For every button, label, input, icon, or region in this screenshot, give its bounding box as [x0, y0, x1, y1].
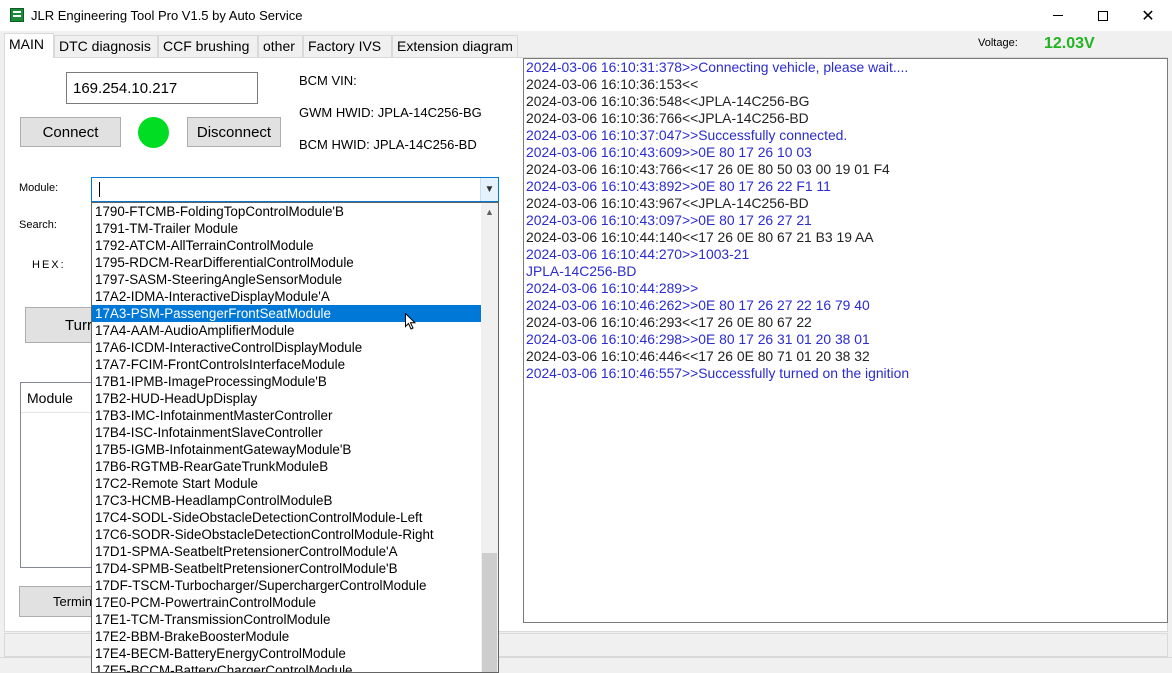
dropdown-option[interactable]: 17DF-TSCM-Turbocharger/SuperchargerContr…	[92, 577, 483, 594]
bcm-hwid-label: BCM HWID: JPLA-14C256-BD	[299, 137, 477, 152]
log-line: JPLA-14C256-BD	[526, 263, 637, 279]
gwm-hwid-label: GWM HWID: JPLA-14C256-BG	[299, 105, 482, 120]
dropdown-option[interactable]: 17B2-HUD-HeadUpDisplay	[92, 390, 483, 407]
title-bar: JLR Engineering Tool Pro V1.5 by Auto Se…	[0, 0, 1172, 31]
log-line: 2024-03-06 16:10:46:557>>Successfully tu…	[526, 365, 910, 381]
dropdown-option[interactable]: 17B1-IPMB-ImageProcessingModule'B	[92, 373, 483, 390]
tab-dtc-diagnosis[interactable]: DTC diagnosis	[54, 35, 158, 57]
tab-main[interactable]: MAIN	[4, 33, 54, 58]
tab-extension-diagram[interactable]: Extension diagram	[392, 35, 518, 57]
chevron-up-icon[interactable]: ▲	[481, 203, 498, 220]
maximize-button[interactable]	[1080, 0, 1126, 31]
dropdown-option[interactable]: 17C6-SODR-SideObstacleDetectionControlMo…	[92, 526, 483, 543]
dropdown-option[interactable]: 17D1-SPMA-SeatbeltPretensionerControlMod…	[92, 543, 483, 560]
dropdown-option[interactable]: 17E1-TCM-TransmissionControlModule	[92, 611, 483, 628]
connect-button[interactable]: Connect	[20, 117, 121, 147]
dropdown-option[interactable]: 1795-RDCM-RearDifferentialControlModule	[92, 254, 483, 271]
dropdown-option[interactable]: 17B6-RGTMB-RearGateTrunkModuleB	[92, 458, 483, 475]
log-line: 2024-03-06 16:10:43:967<<JPLA-14C256-BD	[526, 195, 809, 211]
dropdown-scrollbar-thumb[interactable]	[482, 553, 497, 672]
maximize-icon	[1098, 10, 1108, 21]
module-options: 1790-FTCMB-FoldingTopControlModule'B 1791…	[92, 203, 483, 672]
minimize-icon	[1053, 15, 1063, 16]
dropdown-option[interactable]: 17B5-IGMB-InfotainmentGatewayModule'B	[92, 441, 483, 458]
voltage-value: 12.03V	[1044, 35, 1095, 52]
module-column-header[interactable]: Module	[21, 383, 96, 413]
ip-address-input[interactable]: 169.254.10.217	[66, 72, 258, 104]
dropdown-option[interactable]: 1792-ATCM-AllTerrainControlModule	[92, 237, 483, 254]
close-icon: ✕	[1141, 7, 1155, 25]
tab-ccf-brushing[interactable]: CCF brushing	[158, 35, 258, 57]
log-line: 2024-03-06 16:10:44:140<<17 26 0E 80 67 …	[526, 229, 874, 245]
dropdown-option[interactable]: 17B4-ISC-InfotainmentSlaveController	[92, 424, 483, 441]
bcm-vin-label: BCM VIN:	[299, 73, 357, 88]
dropdown-option[interactable]: 17E0-PCM-PowertrainControlModule	[92, 594, 483, 611]
hex-label: HEX:	[32, 259, 66, 271]
minimize-button[interactable]	[1035, 0, 1081, 31]
dropdown-option[interactable]: 17C4-SODL-SideObstacleDetectionControlMo…	[92, 509, 483, 526]
text-caret	[99, 182, 100, 197]
log-line: 2024-03-06 16:10:44:289>>	[526, 280, 699, 296]
dropdown-option[interactable]: 1790-FTCMB-FoldingTopControlModule'B	[92, 203, 483, 220]
dropdown-option[interactable]: 17A2-IDMA-InteractiveDisplayModule'A	[92, 288, 483, 305]
dropdown-option[interactable]: 17A4-AAM-AudioAmplifierModule	[92, 322, 483, 339]
search-label: Search:	[19, 219, 57, 231]
close-button[interactable]: ✕	[1125, 0, 1171, 31]
dropdown-option-selected[interactable]: 17A3-PSM-PassengerFrontSeatModule	[92, 305, 483, 322]
log-line: 2024-03-06 16:10:46:446<<17 26 0E 80 71 …	[526, 348, 870, 364]
dropdown-option[interactable]: 1797-SASM-SteeringAngleSensorModule	[92, 271, 483, 288]
log-output[interactable]: 2024-03-06 16:10:31:378>>Connecting vehi…	[523, 58, 1168, 623]
log-lines: 2024-03-06 16:10:31:378>>Connecting vehi…	[524, 59, 909, 382]
log-line: 2024-03-06 16:10:36:548<<JPLA-14C256-BG	[526, 93, 810, 109]
log-line: 2024-03-06 16:10:46:293<<17 26 0E 80 67 …	[526, 314, 812, 330]
log-line: 2024-03-06 16:10:43:609>>0E 80 17 26 10 …	[526, 144, 812, 160]
dropdown-option[interactable]: 17A6-ICDM-InteractiveControlDisplayModul…	[92, 339, 483, 356]
dropdown-option[interactable]: 17A7-FCIM-FrontControlsInterfaceModule	[92, 356, 483, 373]
module-dropdown-list[interactable]: 1790-FTCMB-FoldingTopControlModule'B 1791…	[91, 202, 499, 673]
dropdown-option[interactable]: 1791-TM-Trailer Module	[92, 220, 483, 237]
log-line: 2024-03-06 16:10:43:892>>0E 80 17 26 22 …	[526, 178, 831, 194]
turn-on-ignition-button[interactable]: Turr	[25, 307, 95, 343]
dropdown-option[interactable]: 17E4-BECM-BatteryEnergyControlModule	[92, 645, 483, 662]
dropdown-option[interactable]: 17C3-HCMB-HeadlampControlModuleB	[92, 492, 483, 509]
module-combobox[interactable]: ▼	[91, 177, 499, 202]
tab-factory-ivs[interactable]: Factory IVS	[303, 35, 392, 57]
module-label: Module:	[19, 182, 59, 194]
chevron-down-icon[interactable]: ▼	[480, 178, 498, 201]
dropdown-scrollbar[interactable]: ▲	[481, 203, 498, 672]
log-line: 2024-03-06 16:10:36:766<<JPLA-14C256-BD	[526, 110, 809, 126]
module-table[interactable]: Module	[20, 382, 96, 568]
log-line: 2024-03-06 16:10:43:766<<17 26 0E 80 50 …	[526, 161, 890, 177]
tab-other[interactable]: other	[258, 35, 303, 57]
dropdown-option[interactable]: 17E5-BCCM-BatteryChargerControlModule	[92, 662, 483, 672]
voltage-label: Voltage:	[978, 37, 1018, 49]
log-line: 2024-03-06 16:10:44:270>>1003-21	[526, 246, 750, 262]
log-line: 2024-03-06 16:10:46:298>>0E 80 17 26 31 …	[526, 331, 870, 347]
log-line: 2024-03-06 16:10:46:262>>0E 80 17 26 27 …	[526, 297, 870, 313]
log-line: 2024-03-06 16:10:31:378>>Connecting vehi…	[526, 59, 909, 75]
log-line: 2024-03-06 16:10:37:047>>Successfully co…	[526, 127, 848, 143]
window-title: JLR Engineering Tool Pro V1.5 by Auto Se…	[31, 8, 303, 23]
dropdown-option[interactable]: 17B3-IMC-InfotainmentMasterController	[92, 407, 483, 424]
app-icon	[10, 8, 24, 22]
dropdown-option[interactable]: 17E2-BBM-BrakeBoosterModule	[92, 628, 483, 645]
disconnect-button[interactable]: Disconnect	[187, 117, 281, 147]
dropdown-option[interactable]: 17C2-Remote Start Module	[92, 475, 483, 492]
dropdown-option[interactable]: 17D4-SPMB-SeatbeltPretensionerControlMod…	[92, 560, 483, 577]
log-line: 2024-03-06 16:10:43:097>>0E 80 17 26 27 …	[526, 212, 812, 228]
log-line: 2024-03-06 16:10:36:153<<	[526, 76, 699, 92]
connection-status-indicator	[138, 117, 169, 148]
terminal-button[interactable]: Termin	[19, 586, 95, 617]
